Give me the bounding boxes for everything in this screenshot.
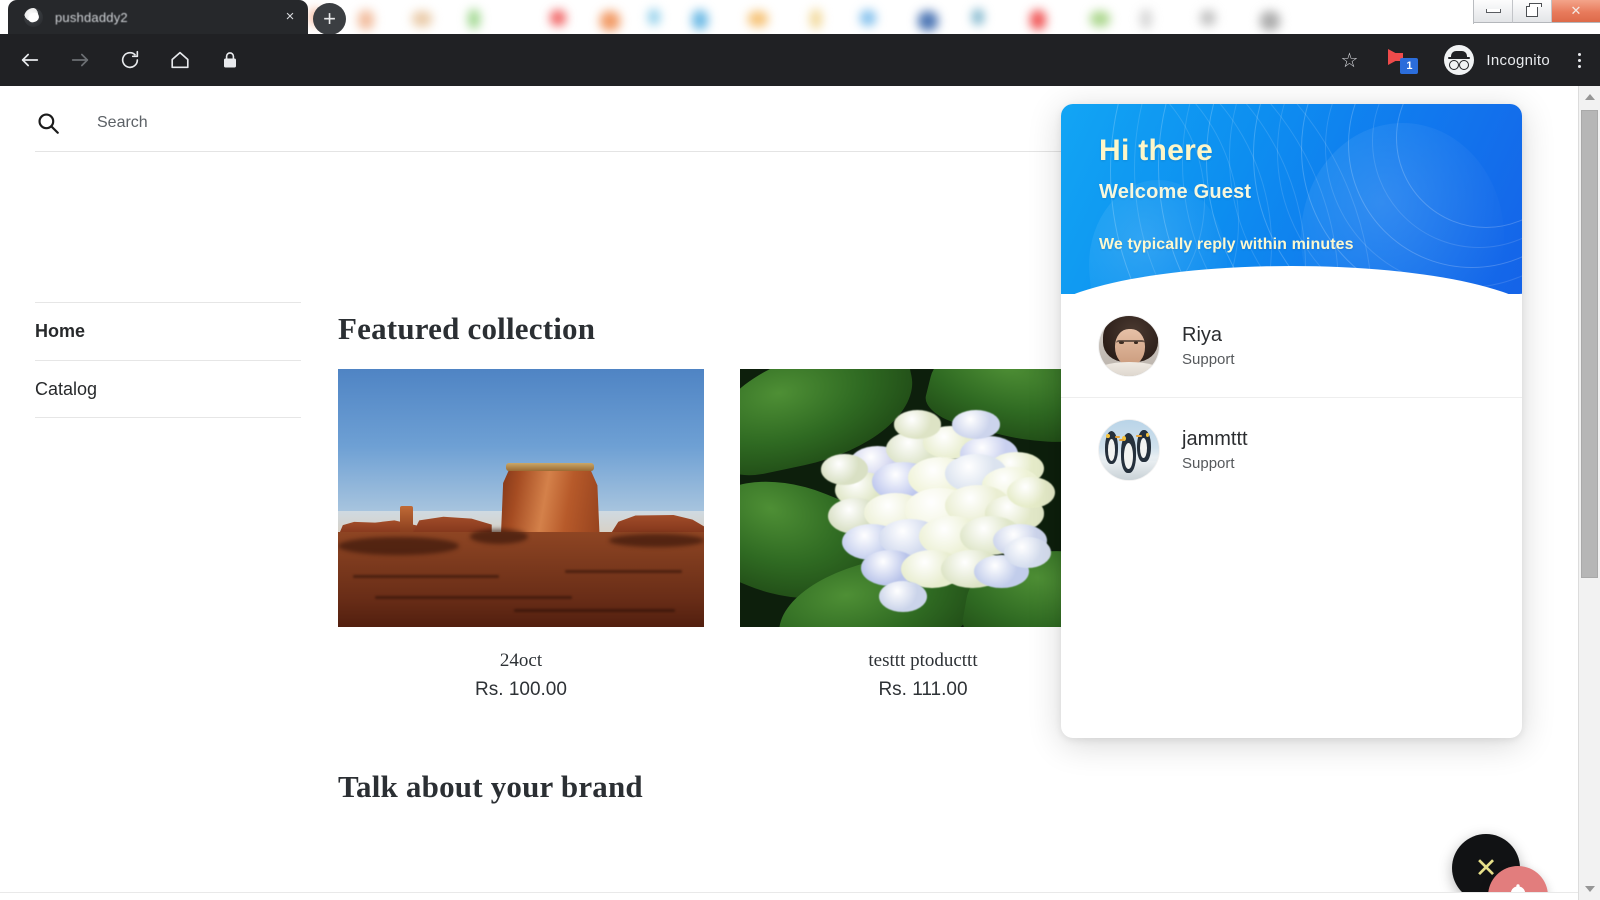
home-icon — [169, 49, 191, 71]
browser-tab[interactable]: pushdaddy2 × — [8, 0, 308, 34]
profile-button[interactable]: Incognito — [1444, 45, 1550, 75]
restore-icon — [1526, 6, 1538, 17]
avatar — [1099, 420, 1159, 480]
store-sidebar-nav: Home Catalog — [35, 302, 301, 418]
sidebar-item-catalog[interactable]: Catalog — [35, 360, 301, 418]
window-close-button[interactable]: ✕ — [1552, 0, 1600, 23]
product-card[interactable]: testtt ptoducttt Rs. 111.00 — [740, 369, 1106, 701]
minimize-button[interactable] — [1474, 0, 1513, 23]
product-name: 24oct — [338, 650, 704, 672]
chat-greeting: Hi there — [1099, 134, 1522, 168]
incognito-icon — [1444, 45, 1474, 75]
chat-widget-panel: Hi there Welcome Guest We typically repl… — [1061, 104, 1522, 738]
avatar — [1099, 316, 1159, 376]
tab-title: pushdaddy2 — [55, 10, 128, 25]
globe-icon — [24, 8, 43, 27]
extension-button[interactable]: 1 — [1386, 45, 1424, 75]
home-button[interactable] — [160, 40, 200, 80]
product-price: Rs. 111.00 — [740, 679, 1106, 701]
talk-about-brand-title: Talk about your brand — [338, 769, 643, 805]
chat-reply-time-text: We typically reply within minutes — [1099, 236, 1522, 254]
product-name: testtt ptoducttt — [740, 650, 1106, 672]
blurred-bookmarks-strip — [300, 0, 1600, 37]
back-arrow-icon — [19, 49, 41, 71]
agent-meta: jammttt Support — [1182, 428, 1248, 472]
agent-meta: Riya Support — [1182, 324, 1235, 368]
chat-agent-list: Riya Support — [1061, 294, 1522, 502]
maximize-button[interactable] — [1513, 0, 1552, 23]
agent-role: Support — [1182, 455, 1248, 472]
browser-title-bar: pushdaddy2 × + ✕ — [0, 0, 1600, 37]
extension-badge-count: 1 — [1400, 58, 1418, 74]
featured-collection-title: Featured collection — [338, 311, 595, 347]
forward-button[interactable] — [60, 40, 100, 80]
profile-label: Incognito — [1486, 52, 1550, 69]
forward-arrow-icon — [69, 49, 91, 71]
chat-agent-row[interactable]: Riya Support — [1061, 294, 1522, 398]
lock-icon — [222, 51, 238, 69]
reload-button[interactable] — [110, 40, 150, 80]
browser-window: pushdaddy2 × + ✕ — [0, 0, 1600, 900]
search-icon — [35, 110, 61, 136]
site-info-button[interactable] — [210, 40, 250, 80]
browser-toolbar: ☆ 1 Incognito — [0, 34, 1600, 86]
back-button[interactable] — [10, 40, 50, 80]
scrollbar-thumb[interactable] — [1581, 110, 1598, 578]
product-price: Rs. 100.00 — [338, 679, 704, 701]
chat-welcome-text: Welcome Guest — [1099, 181, 1522, 204]
search-input[interactable] — [97, 114, 697, 132]
kebab-menu-icon[interactable] — [1564, 50, 1594, 71]
hydrangea-flower-photo[interactable] — [740, 369, 1106, 627]
product-card[interactable]: 24oct Rs. 100.00 — [338, 369, 704, 701]
sidebar-item-home[interactable]: Home — [35, 302, 301, 360]
page-scrollbar[interactable] — [1578, 86, 1600, 900]
chat-agent-row[interactable]: jammttt Support — [1061, 398, 1522, 502]
minimize-icon — [1486, 9, 1501, 13]
scroll-down-arrow[interactable] — [1579, 878, 1600, 900]
desert-butte-photo[interactable] — [338, 369, 704, 627]
chat-widget-header: Hi there Welcome Guest We typically repl… — [1061, 104, 1522, 294]
new-tab-button[interactable]: + — [313, 3, 346, 35]
page-viewport: Home Catalog Featured collection Talk ab… — [0, 86, 1600, 900]
close-icon[interactable]: × — [282, 9, 298, 25]
reload-icon — [119, 49, 141, 71]
toolbar-right-group: ☆ 1 Incognito — [1326, 45, 1600, 75]
scroll-up-arrow[interactable] — [1579, 86, 1600, 108]
close-icon: ✕ — [1571, 4, 1582, 19]
bookmark-star-icon[interactable]: ☆ — [1326, 48, 1372, 73]
agent-role: Support — [1182, 351, 1235, 368]
agent-name: Riya — [1182, 324, 1235, 347]
page-bottom-edge — [0, 892, 1578, 900]
agent-name: jammttt — [1182, 428, 1248, 451]
window-controls: ✕ — [1473, 0, 1600, 24]
